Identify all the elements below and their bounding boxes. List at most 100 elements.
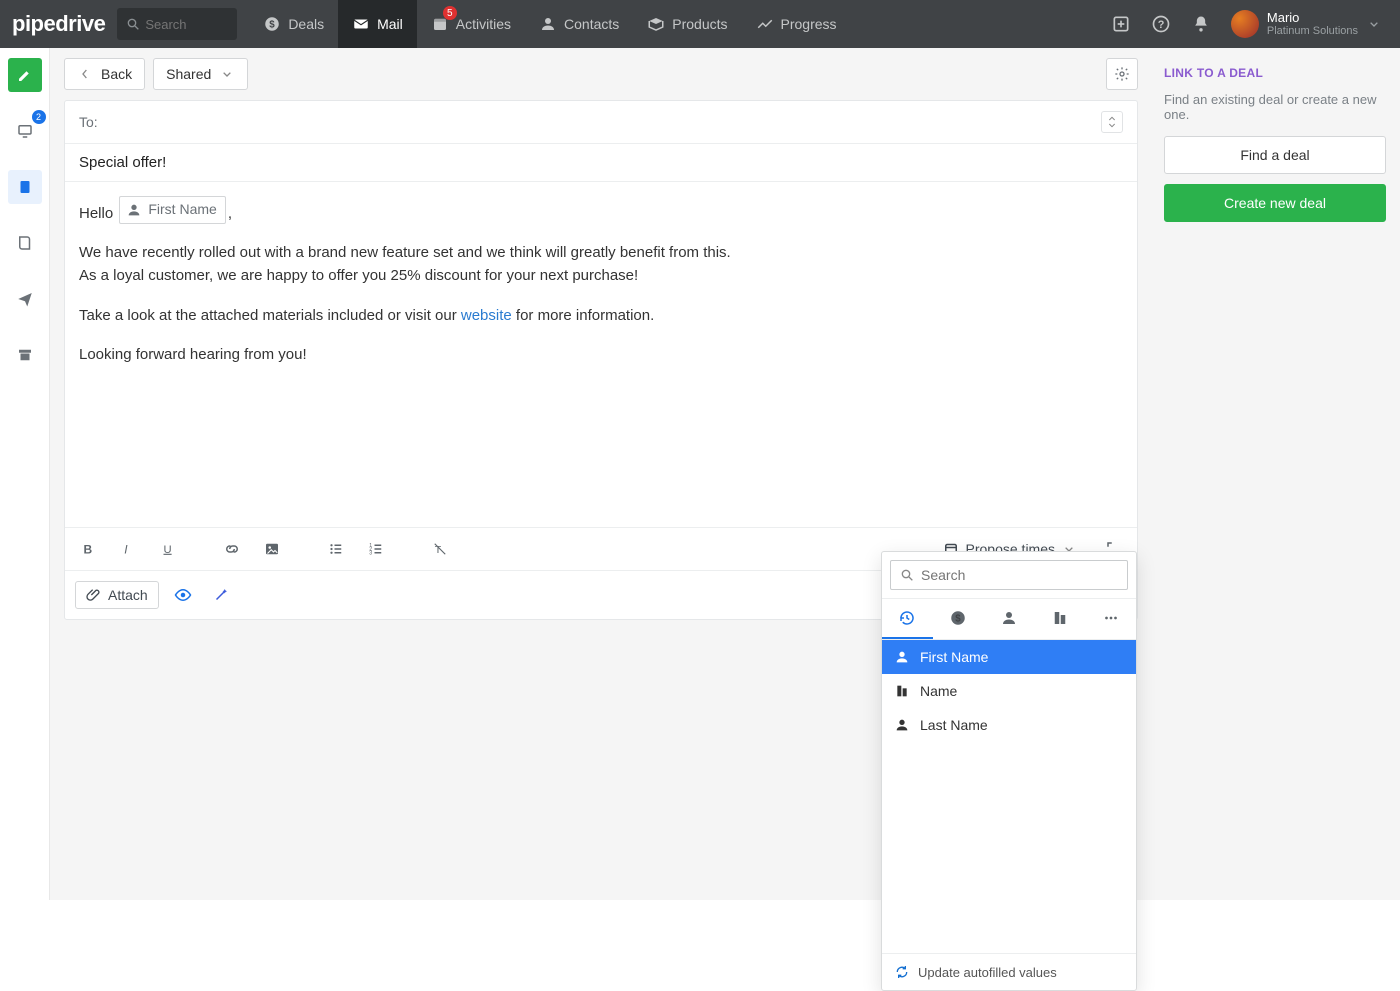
updown-icon	[1104, 114, 1120, 130]
underline-button[interactable]	[155, 536, 181, 562]
visibility-label: Shared	[166, 66, 211, 82]
nav-label: Deals	[288, 16, 324, 32]
website-link[interactable]: website	[461, 307, 512, 324]
global-search[interactable]	[117, 8, 237, 40]
rail-archive[interactable]	[8, 338, 42, 372]
nav-label: Progress	[781, 16, 837, 32]
field-last-name[interactable]: Last Name	[882, 708, 1136, 742]
field-label: Last Name	[920, 717, 988, 733]
rail-sent[interactable]	[8, 282, 42, 316]
rail-drafts[interactable]	[8, 226, 42, 260]
history-icon	[898, 609, 916, 627]
create-deal-button[interactable]: Create new deal	[1164, 184, 1386, 222]
recipients-expand[interactable]	[1101, 111, 1123, 133]
body-p3a: Take a look at the attached materials in…	[79, 307, 461, 324]
user-meta: Mario Platinum Solutions	[1267, 11, 1358, 37]
nav-label: Products	[672, 16, 727, 32]
italic-button[interactable]	[115, 536, 141, 562]
nav-items: Deals Mail 5 Activities Contacts Product…	[249, 0, 850, 48]
popover-search[interactable]	[890, 560, 1128, 590]
search-icon	[125, 16, 141, 32]
avatar	[1231, 10, 1259, 38]
nav-deals[interactable]: Deals	[249, 0, 338, 48]
compose-button[interactable]	[8, 58, 42, 92]
notifications-button[interactable]	[1181, 0, 1221, 48]
clear-format-button[interactable]	[427, 536, 453, 562]
main: Back Shared To: Special offer! Hello	[50, 48, 1400, 900]
tab-more[interactable]	[1085, 599, 1136, 639]
settings-button[interactable]	[1106, 58, 1138, 90]
attach-icon	[86, 587, 102, 603]
user-menu[interactable]: Mario Platinum Solutions	[1221, 10, 1392, 38]
field-first-name[interactable]: First Name	[882, 640, 1136, 674]
link-button[interactable]	[219, 536, 245, 562]
attach-button[interactable]: Attach	[75, 581, 159, 609]
activities-badge: 5	[443, 6, 457, 20]
back-label: Back	[101, 66, 132, 82]
nav-label: Contacts	[564, 16, 619, 32]
person-icon	[894, 649, 910, 665]
person-icon	[1000, 609, 1018, 627]
mail-icon	[352, 15, 370, 33]
nav-progress[interactable]: Progress	[742, 0, 851, 48]
dollar-icon	[949, 609, 967, 627]
bold-button[interactable]	[75, 536, 101, 562]
help-button[interactable]	[1141, 0, 1181, 48]
eye-icon	[174, 586, 192, 604]
dollar-icon	[263, 15, 281, 33]
smart-fields-button[interactable]	[207, 581, 235, 609]
tab-org[interactable]	[1034, 599, 1085, 639]
image-button[interactable]	[259, 536, 285, 562]
update-autofill-button[interactable]: Update autofilled values	[882, 953, 1136, 990]
progress-icon	[756, 15, 774, 33]
more-icon	[1102, 609, 1120, 627]
org-icon	[894, 683, 910, 699]
wand-icon	[212, 586, 230, 604]
subject-line[interactable]: Special offer!	[65, 144, 1137, 182]
rail-templates[interactable]	[8, 170, 42, 204]
person-icon	[126, 202, 142, 218]
deal-panel-desc: Find an existing deal or create a new on…	[1164, 92, 1386, 122]
to-input[interactable]	[104, 114, 1101, 130]
brand-logo: pipedrive	[12, 11, 105, 37]
deal-panel: LINK TO A DEAL Find an existing deal or …	[1150, 48, 1400, 900]
find-deal-button[interactable]: Find a deal	[1164, 136, 1386, 174]
nav-label: Mail	[377, 16, 403, 32]
nav-activities[interactable]: 5 Activities	[417, 0, 525, 48]
greeting: Hello	[79, 205, 113, 222]
search-icon	[899, 567, 915, 583]
tab-recent[interactable]	[882, 599, 933, 639]
inbox-badge: 2	[32, 110, 46, 124]
tracking-toggle[interactable]	[169, 581, 197, 609]
bullet-list-button[interactable]	[323, 536, 349, 562]
merge-fields-popover: First Name Name Last Name Update autofil…	[881, 551, 1137, 991]
nav-label: Activities	[456, 16, 511, 32]
chevron-down-icon	[1366, 16, 1382, 32]
gear-icon	[1114, 66, 1130, 82]
visibility-dropdown[interactable]: Shared	[153, 58, 248, 90]
nav-mail[interactable]: Mail	[338, 0, 417, 48]
quick-add-button[interactable]	[1101, 0, 1141, 48]
merge-tag-first-name[interactable]: First Name	[119, 196, 225, 224]
update-label: Update autofilled values	[918, 965, 1057, 980]
user-org: Platinum Solutions	[1267, 25, 1358, 37]
number-list-button[interactable]	[363, 536, 389, 562]
global-search-input[interactable]	[145, 17, 225, 32]
compose-card: To: Special offer! Hello First Name , We…	[64, 100, 1138, 620]
popover-search-input[interactable]	[921, 567, 1119, 583]
nav-contacts[interactable]: Contacts	[525, 0, 633, 48]
tab-person[interactable]	[984, 599, 1035, 639]
chevron-left-icon	[77, 66, 93, 82]
greeting-tail: ,	[228, 205, 232, 222]
field-name[interactable]: Name	[882, 674, 1136, 708]
back-button[interactable]: Back	[64, 58, 145, 90]
to-label: To:	[79, 114, 98, 130]
body-p3b: for more information.	[512, 307, 655, 324]
org-icon	[1051, 609, 1069, 627]
email-body[interactable]: Hello First Name , We have recently roll…	[65, 182, 1137, 527]
mail-rail: 2	[0, 48, 50, 900]
nav-products[interactable]: Products	[633, 0, 741, 48]
field-label: Name	[920, 683, 957, 699]
tab-deal[interactable]	[933, 599, 984, 639]
rail-inbox[interactable]: 2	[8, 114, 42, 148]
